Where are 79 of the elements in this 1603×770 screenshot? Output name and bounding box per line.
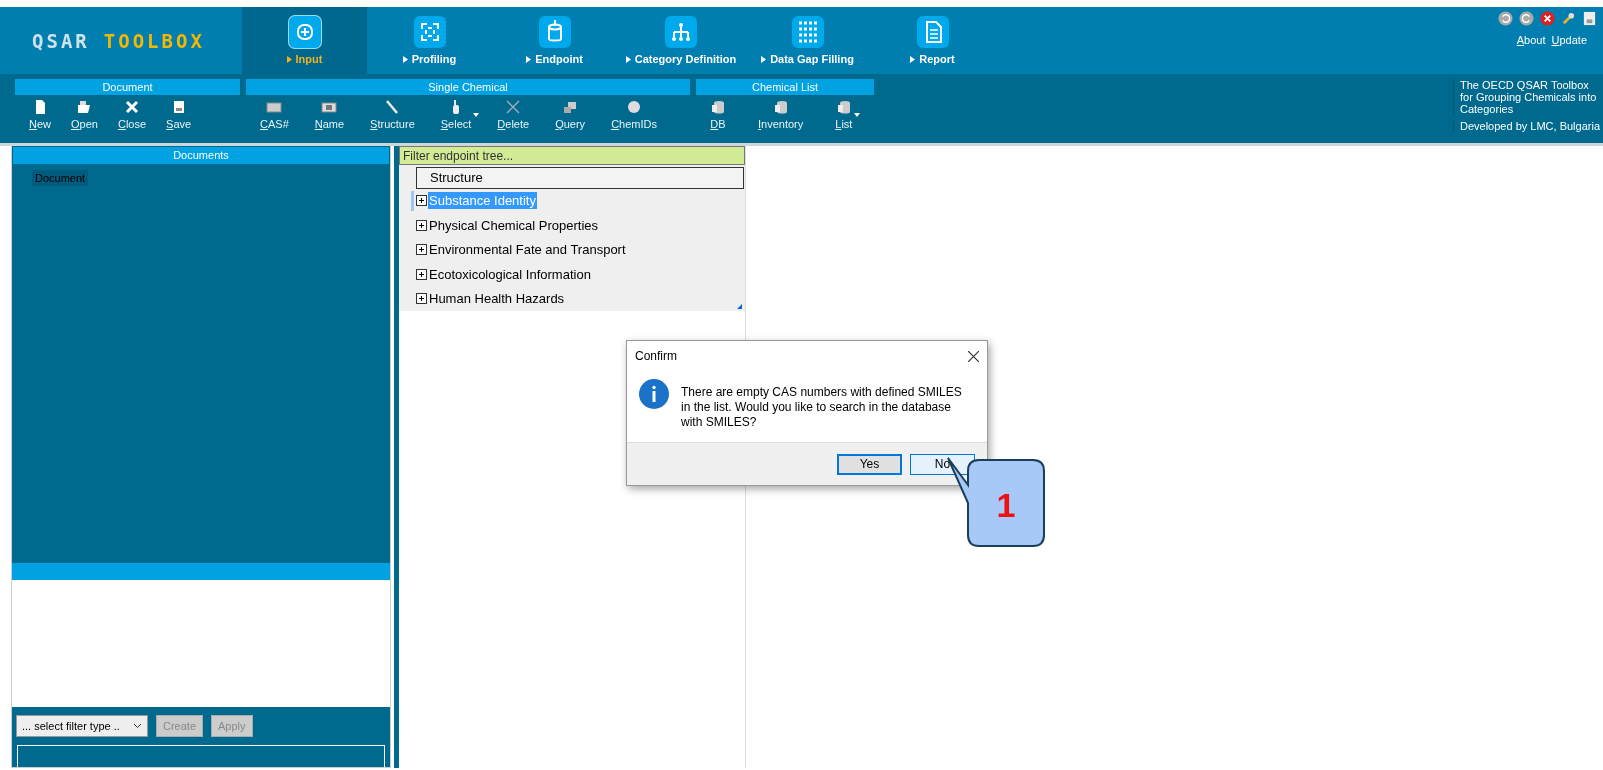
caret-icon[interactable] (473, 113, 480, 117)
circle-icon (626, 99, 643, 115)
grid-icon (791, 16, 824, 48)
triangle-icon (625, 55, 631, 63)
tree-item[interactable]: Ecotoxicological Information (428, 265, 592, 283)
nav-tab[interactable]: Profiling (367, 7, 492, 74)
close-icon[interactable] (968, 350, 979, 362)
toolbar-button[interactable]: New (21, 99, 59, 130)
toolbar-button[interactable]: Structure (362, 99, 423, 130)
triangle-icon (402, 55, 408, 63)
nav-tab[interactable]: Data Gap Filling (745, 7, 870, 74)
filter-type-select[interactable]: ... select filter type .. (16, 715, 148, 737)
save-icon[interactable] (1582, 11, 1597, 26)
database-icon (538, 16, 571, 48)
dialog-button[interactable]: Yes (837, 453, 902, 475)
expand-icon[interactable] (416, 268, 427, 280)
group-header: Chemical List (696, 79, 874, 95)
developer-credit: Developed by LMC, Bulgaria (1453, 120, 1603, 132)
tree-item[interactable]: Human Health Hazards (428, 290, 566, 308)
info-icon (639, 379, 669, 409)
database-icon (835, 99, 852, 115)
filter-field[interactable]: Filter endpoint tree... (399, 146, 745, 165)
toolbar-button[interactable]: Inventory (750, 99, 812, 130)
pen-icon (384, 99, 401, 115)
expand-icon[interactable] (416, 195, 427, 207)
column-header: Structure (416, 167, 744, 189)
folder-icon (76, 99, 93, 115)
panel-header: Documents (12, 146, 390, 165)
scan-icon (413, 16, 446, 48)
chevron-icon (133, 723, 142, 729)
header-link[interactable]: About (1516, 34, 1546, 46)
tree-item[interactable]: Physical Chemical Properties (428, 216, 600, 234)
triangle-icon (286, 55, 292, 63)
database-icon (772, 99, 789, 115)
hierarchy-icon (665, 16, 697, 48)
card-icon (321, 99, 338, 115)
app-logo: QSAR TOOLBOX (31, 28, 206, 54)
nav-tab[interactable]: Report (870, 7, 995, 74)
header-link[interactable]: Update (1551, 34, 1587, 46)
triangle-icon (761, 55, 767, 63)
nav-tab[interactable]: Category Definition (617, 7, 745, 74)
resize-grip-icon[interactable] (737, 304, 742, 309)
blocks-icon (562, 99, 579, 115)
dialog-title: Confirm (635, 349, 677, 363)
toolbar-button[interactable]: Name (306, 99, 353, 130)
toolbar-button[interactable]: Open (63, 99, 106, 130)
toolbar-button[interactable]: Select (432, 99, 480, 130)
toolbar-button[interactable]: Delete (489, 99, 538, 130)
nav-tab[interactable]: Endpoint (492, 7, 617, 74)
tree-item[interactable]: Environmental Fate and Transport (428, 241, 627, 259)
expand-icon[interactable] (416, 244, 427, 256)
toolbar-button[interactable]: ChemIDs (603, 99, 665, 130)
dialog-message: There are empty CAS numbers with defined SMILES in the list. Would you like to search in the database with SMILES? (681, 384, 963, 430)
toolbar-button[interactable]: Save (158, 99, 200, 130)
toolbar-button[interactable]: CAS# (252, 99, 297, 130)
group-header: Document (15, 79, 240, 95)
caret-icon[interactable] (854, 113, 861, 117)
expand-icon[interactable] (416, 219, 427, 231)
toolbar-button[interactable]: List (827, 99, 861, 130)
triangle-icon (526, 55, 532, 63)
database-icon (710, 99, 726, 115)
app-description: The OECD QSAR Toolbox for Grouping Chemicals into Categories (1453, 79, 1603, 115)
close-icon[interactable] (1540, 11, 1555, 26)
group-header: Single Chemical (246, 79, 690, 95)
delete-icon (505, 99, 522, 115)
undo-icon[interactable] (1498, 11, 1513, 26)
add-icon (288, 16, 321, 48)
nav-tab[interactable]: Input (242, 7, 367, 74)
card-icon (266, 99, 283, 115)
toolbar-button[interactable]: Query (547, 99, 594, 130)
wrench-icon[interactable] (1561, 11, 1576, 26)
triangle-icon (910, 55, 916, 63)
tree-item[interactable]: Substance Identity (428, 192, 537, 210)
toolbar-button[interactable]: DB (702, 99, 734, 130)
redo-icon[interactable] (1519, 11, 1534, 26)
toolbar-button[interactable]: Close (109, 99, 155, 130)
expand-icon[interactable] (416, 293, 427, 305)
close-icon (124, 99, 140, 115)
document-icon (916, 16, 949, 48)
